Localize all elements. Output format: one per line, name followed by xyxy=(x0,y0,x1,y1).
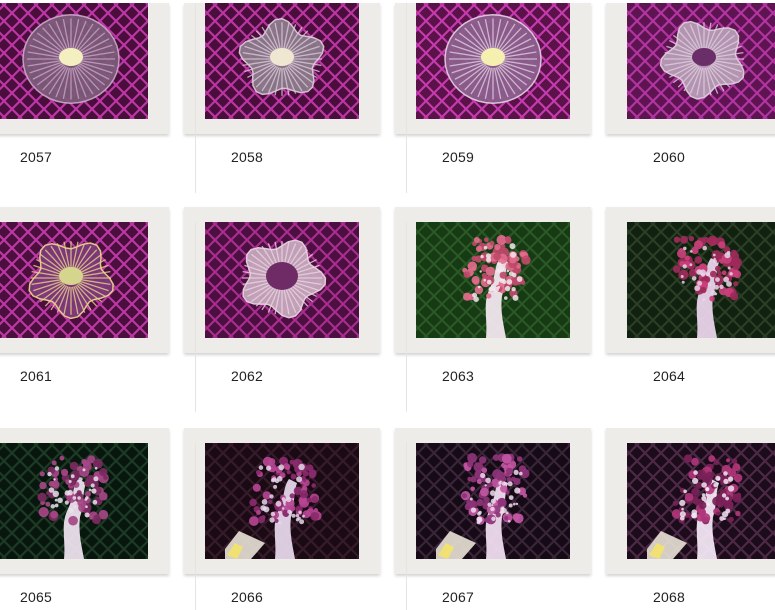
coral-photo[interactable] xyxy=(0,3,148,119)
item-number[interactable]: 2063 xyxy=(442,368,474,384)
thumbnail-grid: 2057 2058 2059 2060 2061 2062 2063 2064 … xyxy=(0,0,775,610)
coral-photo[interactable] xyxy=(627,222,775,338)
item-number[interactable]: 2066 xyxy=(231,589,263,605)
coral-photo[interactable] xyxy=(0,222,148,338)
column-divider xyxy=(406,443,407,610)
column-divider xyxy=(195,3,196,193)
coral-photo[interactable] xyxy=(416,3,570,119)
item-number[interactable]: 2058 xyxy=(231,149,263,165)
item-number[interactable]: 2068 xyxy=(653,589,685,605)
coral-photo[interactable] xyxy=(205,3,359,119)
item-number[interactable]: 2057 xyxy=(20,149,52,165)
coral-photo[interactable] xyxy=(416,222,570,338)
column-divider xyxy=(195,222,196,412)
item-number[interactable]: 2064 xyxy=(653,368,685,384)
item-number[interactable]: 2060 xyxy=(653,149,685,165)
item-number[interactable]: 2067 xyxy=(442,589,474,605)
coral-photo[interactable] xyxy=(627,443,775,559)
item-number[interactable]: 2065 xyxy=(20,589,52,605)
coral-photo[interactable] xyxy=(627,3,775,119)
coral-photo[interactable] xyxy=(416,443,570,559)
item-number[interactable]: 2061 xyxy=(20,368,52,384)
coral-photo[interactable] xyxy=(205,222,359,338)
coral-photo[interactable] xyxy=(205,443,359,559)
item-number[interactable]: 2059 xyxy=(442,149,474,165)
column-divider xyxy=(406,3,407,193)
item-number[interactable]: 2062 xyxy=(231,368,263,384)
column-divider xyxy=(195,443,196,610)
column-divider xyxy=(406,222,407,412)
coral-photo[interactable] xyxy=(0,443,148,559)
